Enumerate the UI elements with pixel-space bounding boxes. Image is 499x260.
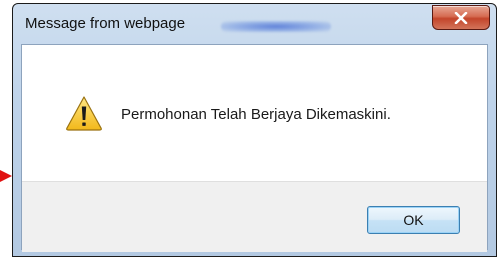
title-bar[interactable]: Message from webpage — [13, 4, 496, 44]
redacted-title-text — [221, 21, 331, 32]
dialog-window: Message from webpage Permohonan Telah Be… — [12, 3, 497, 257]
message-area: Permohonan Telah Berjaya Dikemaskini. — [22, 45, 487, 181]
close-button[interactable] — [432, 5, 490, 30]
ok-button[interactable]: OK — [367, 206, 460, 234]
close-icon — [454, 11, 468, 24]
warning-icon — [66, 96, 102, 131]
message-text: Permohonan Telah Berjaya Dikemaskini. — [121, 106, 391, 123]
dialog-content: Permohonan Telah Berjaya Dikemaskini. OK — [21, 44, 488, 252]
button-bar: OK — [22, 181, 487, 252]
dialog-title: Message from webpage — [25, 15, 186, 32]
arrow-pointer-icon — [0, 170, 12, 182]
